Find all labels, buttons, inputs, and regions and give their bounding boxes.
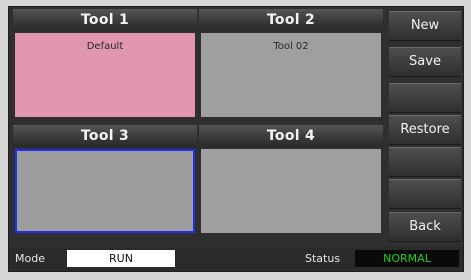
tool-3-slot[interactable] bbox=[15, 149, 195, 233]
status-label: Status bbox=[305, 252, 341, 265]
status-bar: Mode RUN Status NORMAL bbox=[9, 247, 463, 271]
empty-button-1[interactable] bbox=[389, 83, 461, 113]
mode-label: Mode bbox=[15, 252, 45, 265]
tool-1-header: Tool 1 bbox=[13, 9, 197, 31]
tool-panel-2[interactable]: Tool 2 Tool 02 bbox=[199, 9, 383, 117]
tool-1-name: Default bbox=[86, 41, 124, 52]
empty-button-2[interactable] bbox=[389, 147, 461, 177]
tool-panel-1[interactable]: Tool 1 Default bbox=[13, 9, 197, 117]
tool-4-slot[interactable] bbox=[201, 149, 381, 233]
tool-1-slot[interactable]: Default bbox=[15, 33, 195, 117]
new-button[interactable]: New bbox=[389, 11, 461, 41]
status-value: NORMAL bbox=[355, 250, 459, 267]
save-button[interactable]: Save bbox=[389, 47, 461, 77]
tool-3-header: Tool 3 bbox=[13, 125, 197, 147]
tool-2-name: Tool 02 bbox=[273, 41, 309, 52]
back-button[interactable]: Back bbox=[389, 212, 461, 242]
mode-value: RUN bbox=[67, 250, 175, 267]
tool-panel-4[interactable]: Tool 4 bbox=[199, 125, 383, 233]
empty-button-3[interactable] bbox=[389, 179, 461, 209]
tool-4-header: Tool 4 bbox=[199, 125, 383, 147]
tool-2-header: Tool 2 bbox=[199, 9, 383, 31]
tool-manager-window: Tool 1 Default Tool 2 Tool 02 Tool 3 Too… bbox=[8, 6, 464, 272]
tool-panel-3[interactable]: Tool 3 bbox=[13, 125, 197, 233]
restore-button[interactable]: Restore bbox=[389, 115, 461, 145]
tool-2-slot[interactable]: Tool 02 bbox=[201, 33, 381, 117]
